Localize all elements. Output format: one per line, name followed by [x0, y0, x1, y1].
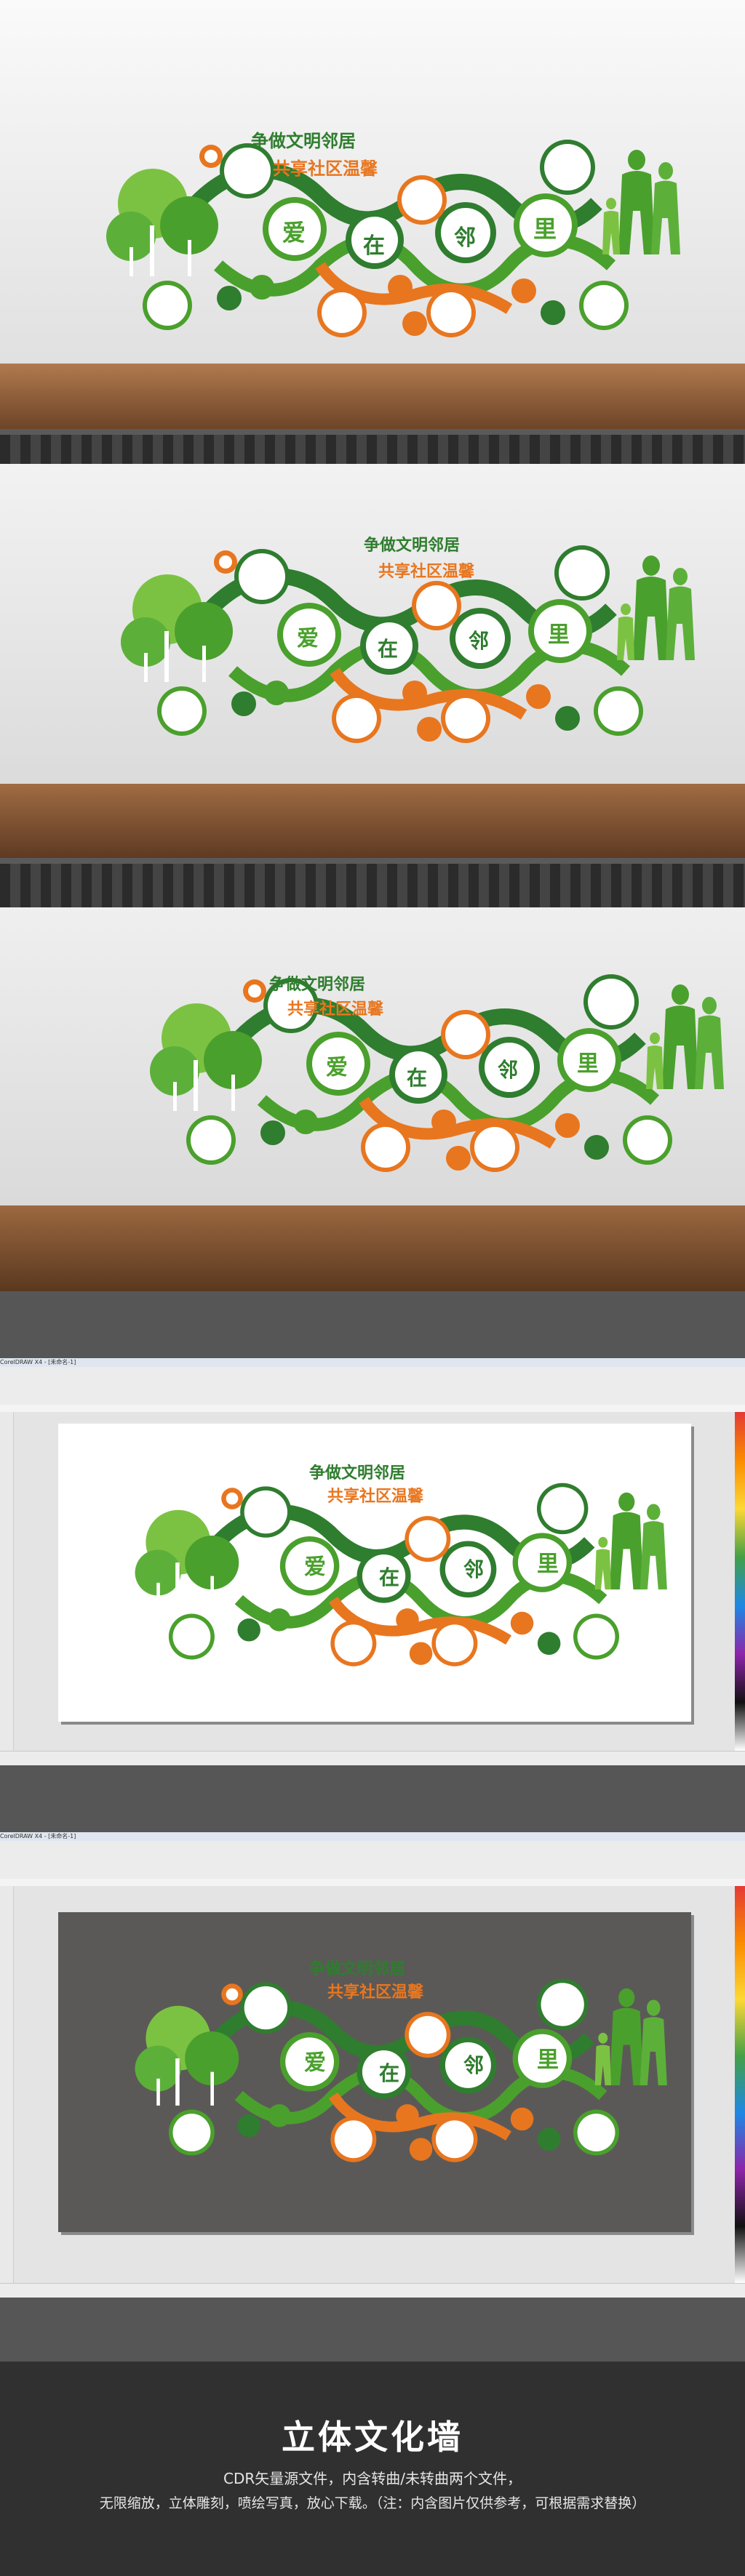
software-window-1: CorelDRAW X4 - [未命名-1] 争做文明邻居 共享社区温馨 爱 在… — [0, 1358, 745, 1767]
big-char-2: 在 — [379, 2061, 400, 2085]
software-window-2: CorelDRAW X4 - [未命名-1] 争做文明邻居 共享社区温馨 爱 在… — [0, 1832, 745, 2299]
big-char-4: 里 — [537, 1552, 559, 1577]
mural-title-bottom: 共享社区温馨 — [327, 1488, 424, 1506]
color-palette — [735, 1412, 745, 1751]
mural-title-top: 争做文明邻居 — [269, 976, 366, 994]
big-char-1: 爱 — [297, 626, 319, 651]
big-char-1: 爱 — [304, 1554, 326, 1580]
menu-bar — [0, 1367, 745, 1378]
menu-bar — [0, 1841, 745, 1852]
big-char-3: 邻 — [463, 2053, 485, 2077]
separator — [0, 1765, 745, 1832]
scene-3: 争做文明邻居 共享社区温馨 爱 在 邻 里 — [0, 864, 745, 1291]
big-char-1: 爱 — [282, 219, 306, 246]
big-char-2: 在 — [363, 233, 385, 259]
scene-1: 争做文明邻居 共享社区温馨 爱 在 邻 里 — [0, 0, 745, 429]
standard-toolbar — [0, 1377, 745, 1391]
footer: 立体文化墙 CDR矢量源文件，内含转曲/未转曲两个文件， 无限缩放，立体雕刻，喷… — [0, 2362, 745, 2576]
mural-wall-1 — [102, 116, 698, 356]
mural-title-top: 争做文明邻居 — [364, 537, 461, 555]
big-char-3: 邻 — [498, 1058, 519, 1082]
mural-title-top: 争做文明邻居 — [309, 1960, 406, 1978]
mural-title-bottom: 共享社区温馨 — [378, 563, 475, 581]
big-char-1: 爱 — [304, 2050, 326, 2076]
footer-title: 立体文化墙 — [282, 2417, 463, 2457]
scene-2: 争做文明邻居 共享社区温馨 爱 在 邻 里 — [0, 435, 745, 858]
footer-line-2: 无限缩放，立体雕刻，喷绘写真，放心下载。（注：内含图片仅供参考，可根据需求替换） — [99, 2495, 646, 2511]
footer-line-1: CDR矢量源文件，内含转曲/未转曲两个文件， — [223, 2470, 522, 2487]
big-char-2: 在 — [379, 1565, 400, 1589]
toolbox — [0, 1886, 14, 2283]
mural-title-bottom: 共享社区温馨 — [287, 1000, 384, 1019]
mural-wall-3 — [146, 951, 742, 1191]
color-palette — [735, 1886, 745, 2283]
mural-title-bottom: 共享社区温馨 — [327, 1983, 424, 2002]
status-bar — [0, 2283, 745, 2299]
big-char-3: 邻 — [463, 1557, 485, 1581]
big-char-4: 里 — [533, 215, 557, 243]
toolbox — [0, 1412, 14, 1751]
big-char-4: 里 — [577, 1051, 599, 1077]
big-char-3: 邻 — [454, 225, 476, 251]
status-bar — [0, 1751, 745, 1767]
big-char-2: 在 — [378, 637, 399, 661]
mural-title-top: 争做文明邻居 — [251, 131, 356, 151]
mural-title-bottom: 共享社区温馨 — [273, 159, 378, 179]
mural-title-top: 争做文明邻居 — [309, 1464, 406, 1482]
separator — [0, 2298, 745, 2362]
big-char-3: 邻 — [469, 629, 490, 653]
big-char-4: 里 — [537, 2047, 559, 2073]
big-char-2: 在 — [407, 1066, 428, 1090]
property-bar — [0, 1390, 745, 1405]
standard-toolbar — [0, 1851, 745, 1865]
big-char-1: 爱 — [326, 1055, 348, 1080]
property-bar — [0, 1864, 745, 1879]
big-char-4: 里 — [548, 622, 570, 648]
separator — [0, 1291, 745, 1358]
